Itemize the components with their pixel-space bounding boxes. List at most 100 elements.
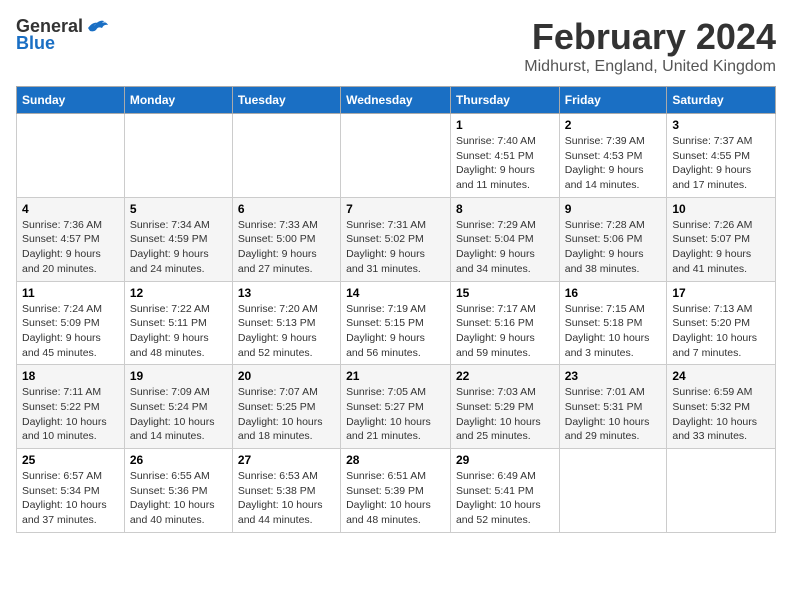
day-info: Sunrise: 7:07 AMSunset: 5:25 PMDaylight:… (238, 385, 335, 444)
day-info: Sunrise: 7:17 AMSunset: 5:16 PMDaylight:… (456, 302, 554, 361)
calendar-weekday-header: Friday (559, 87, 667, 114)
calendar-cell: 20 Sunrise: 7:07 AMSunset: 5:25 PMDayligh… (232, 365, 340, 449)
day-number: 28 (346, 453, 445, 467)
day-info: Sunrise: 7:34 AMSunset: 4:59 PMDaylight:… (130, 218, 227, 277)
calendar-cell: 3 Sunrise: 7:37 AMSunset: 4:55 PMDaylight… (667, 114, 776, 198)
calendar-cell: 17 Sunrise: 7:13 AMSunset: 5:20 PMDayligh… (667, 281, 776, 365)
calendar-cell: 28 Sunrise: 6:51 AMSunset: 5:39 PMDayligh… (341, 449, 451, 533)
day-number: 11 (22, 286, 119, 300)
calendar-week-row: 11 Sunrise: 7:24 AMSunset: 5:09 PMDayligh… (17, 281, 776, 365)
day-number: 3 (672, 118, 770, 132)
calendar-cell: 24Sunrise: 6:59 AMSunset: 5:32 PMDayligh… (667, 365, 776, 449)
calendar-cell: 26 Sunrise: 6:55 AMSunset: 5:36 PMDayligh… (124, 449, 232, 533)
logo: General Blue (16, 16, 108, 54)
day-info: Sunrise: 7:22 AMSunset: 5:11 PMDaylight:… (130, 302, 227, 361)
calendar-weekday-header: Sunday (17, 87, 125, 114)
calendar-cell: 25Sunrise: 6:57 AMSunset: 5:34 PMDayligh… (17, 449, 125, 533)
calendar-cell: 23 Sunrise: 7:01 AMSunset: 5:31 PMDayligh… (559, 365, 667, 449)
day-number: 10 (672, 202, 770, 216)
calendar-cell: 4 Sunrise: 7:36 AMSunset: 4:57 PMDaylight… (17, 197, 125, 281)
calendar-cell (232, 114, 340, 198)
day-info: Sunrise: 7:13 AMSunset: 5:20 PMDaylight:… (672, 302, 770, 361)
calendar-week-row: 18Sunrise: 7:11 AMSunset: 5:22 PMDayligh… (17, 365, 776, 449)
calendar-cell: 2 Sunrise: 7:39 AMSunset: 4:53 PMDaylight… (559, 114, 667, 198)
calendar-cell: 11 Sunrise: 7:24 AMSunset: 5:09 PMDayligh… (17, 281, 125, 365)
day-info: Sunrise: 7:39 AMSunset: 4:53 PMDaylight:… (565, 134, 662, 193)
calendar-cell: 15Sunrise: 7:17 AMSunset: 5:16 PMDayligh… (450, 281, 559, 365)
header: General Blue February 2024 Midhurst, Eng… (16, 16, 776, 76)
day-info: Sunrise: 7:05 AMSunset: 5:27 PMDaylight:… (346, 385, 445, 444)
title-section: February 2024 Midhurst, England, United … (524, 16, 776, 76)
calendar-weekday-header: Tuesday (232, 87, 340, 114)
calendar-cell (17, 114, 125, 198)
day-number: 2 (565, 118, 662, 132)
day-number: 17 (672, 286, 770, 300)
day-info: Sunrise: 6:55 AMSunset: 5:36 PMDaylight:… (130, 469, 227, 528)
day-info: Sunrise: 7:11 AMSunset: 5:22 PMDaylight:… (22, 385, 119, 444)
day-number: 19 (130, 369, 227, 383)
day-number: 22 (456, 369, 554, 383)
day-number: 14 (346, 286, 445, 300)
day-number: 26 (130, 453, 227, 467)
calendar-week-row: 1 Sunrise: 7:40 AMSunset: 4:51 PMDaylight… (17, 114, 776, 198)
calendar-cell: 22 Sunrise: 7:03 AMSunset: 5:29 PMDayligh… (450, 365, 559, 449)
calendar-table: SundayMondayTuesdayWednesdayThursdayFrid… (16, 86, 776, 533)
day-info: Sunrise: 6:51 AMSunset: 5:39 PMDaylight:… (346, 469, 445, 528)
calendar-cell: 19Sunrise: 7:09 AMSunset: 5:24 PMDayligh… (124, 365, 232, 449)
calendar-cell: 6 Sunrise: 7:33 AMSunset: 5:00 PMDaylight… (232, 197, 340, 281)
calendar-cell: 7Sunrise: 7:31 AMSunset: 5:02 PMDaylight… (341, 197, 451, 281)
day-number: 5 (130, 202, 227, 216)
day-info: Sunrise: 6:49 AMSunset: 5:41 PMDaylight:… (456, 469, 554, 528)
calendar-cell (341, 114, 451, 198)
calendar-cell: 1 Sunrise: 7:40 AMSunset: 4:51 PMDaylight… (450, 114, 559, 198)
day-number: 25 (22, 453, 119, 467)
day-info: Sunrise: 7:33 AMSunset: 5:00 PMDaylight:… (238, 218, 335, 277)
day-info: Sunrise: 7:03 AMSunset: 5:29 PMDaylight:… (456, 385, 554, 444)
day-info: Sunrise: 7:37 AMSunset: 4:55 PMDaylight:… (672, 134, 770, 193)
calendar-body: 1 Sunrise: 7:40 AMSunset: 4:51 PMDaylight… (17, 114, 776, 533)
calendar-cell: 10 Sunrise: 7:26 AMSunset: 5:07 PMDayligh… (667, 197, 776, 281)
day-number: 27 (238, 453, 335, 467)
day-number: 7 (346, 202, 445, 216)
day-info: Sunrise: 7:15 AMSunset: 5:18 PMDaylight:… (565, 302, 662, 361)
calendar-cell (667, 449, 776, 533)
calendar-cell: 21 Sunrise: 7:05 AMSunset: 5:27 PMDayligh… (341, 365, 451, 449)
day-number: 24 (672, 369, 770, 383)
day-number: 20 (238, 369, 335, 383)
day-number: 23 (565, 369, 662, 383)
calendar-cell (124, 114, 232, 198)
calendar-week-row: 4 Sunrise: 7:36 AMSunset: 4:57 PMDaylight… (17, 197, 776, 281)
day-number: 6 (238, 202, 335, 216)
day-info: Sunrise: 7:24 AMSunset: 5:09 PMDaylight:… (22, 302, 119, 361)
calendar-weekday-header: Wednesday (341, 87, 451, 114)
day-info: Sunrise: 7:26 AMSunset: 5:07 PMDaylight:… (672, 218, 770, 277)
calendar-week-row: 25Sunrise: 6:57 AMSunset: 5:34 PMDayligh… (17, 449, 776, 533)
calendar-cell: 14 Sunrise: 7:19 AMSunset: 5:15 PMDayligh… (341, 281, 451, 365)
day-number: 21 (346, 369, 445, 383)
day-info: Sunrise: 7:28 AMSunset: 5:06 PMDaylight:… (565, 218, 662, 277)
day-number: 4 (22, 202, 119, 216)
calendar-header-row: SundayMondayTuesdayWednesdayThursdayFrid… (17, 87, 776, 114)
day-info: Sunrise: 7:36 AMSunset: 4:57 PMDaylight:… (22, 218, 119, 277)
day-info: Sunrise: 7:19 AMSunset: 5:15 PMDaylight:… (346, 302, 445, 361)
day-info: Sunrise: 7:20 AMSunset: 5:13 PMDaylight:… (238, 302, 335, 361)
logo-blue: Blue (16, 33, 55, 54)
day-number: 29 (456, 453, 554, 467)
calendar-cell: 18Sunrise: 7:11 AMSunset: 5:22 PMDayligh… (17, 365, 125, 449)
calendar-cell: 12 Sunrise: 7:22 AMSunset: 5:11 PMDayligh… (124, 281, 232, 365)
day-number: 8 (456, 202, 554, 216)
calendar-cell: 9 Sunrise: 7:28 AMSunset: 5:06 PMDaylight… (559, 197, 667, 281)
day-number: 9 (565, 202, 662, 216)
logo-bird-icon (86, 18, 108, 36)
day-info: Sunrise: 7:01 AMSunset: 5:31 PMDaylight:… (565, 385, 662, 444)
calendar-cell (559, 449, 667, 533)
day-number: 13 (238, 286, 335, 300)
day-number: 1 (456, 118, 554, 132)
day-number: 12 (130, 286, 227, 300)
calendar-cell: 8Sunrise: 7:29 AMSunset: 5:04 PMDaylight… (450, 197, 559, 281)
calendar-weekday-header: Thursday (450, 87, 559, 114)
calendar-cell: 5 Sunrise: 7:34 AMSunset: 4:59 PMDaylight… (124, 197, 232, 281)
calendar-cell: 13 Sunrise: 7:20 AMSunset: 5:13 PMDayligh… (232, 281, 340, 365)
day-number: 16 (565, 286, 662, 300)
day-info: Sunrise: 7:40 AMSunset: 4:51 PMDaylight:… (456, 134, 554, 193)
